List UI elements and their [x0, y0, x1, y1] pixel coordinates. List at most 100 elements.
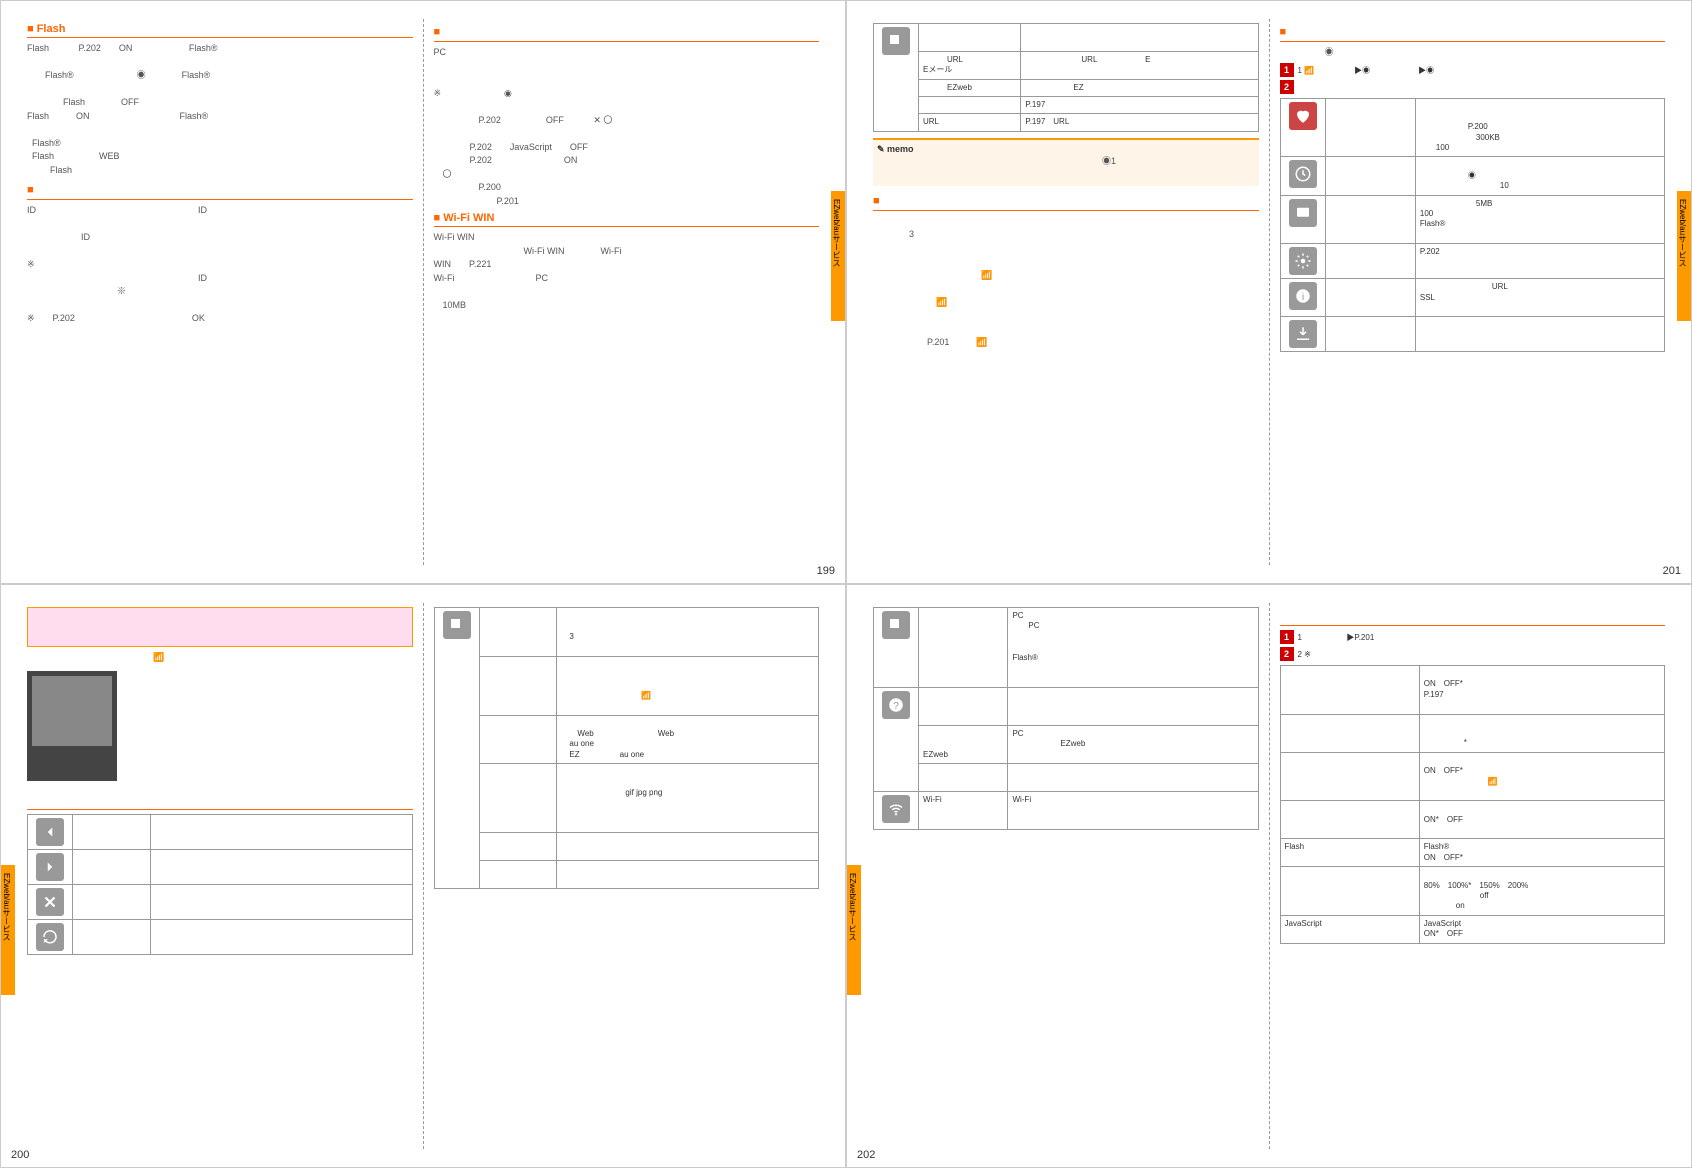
cell	[479, 656, 557, 715]
page-forward-icon	[882, 27, 910, 55]
side-tab: EZweb/auサービス	[1677, 191, 1691, 321]
cell	[1325, 279, 1415, 317]
actions-table: 3 📶 Web Web au one EZ au one	[434, 607, 820, 889]
feature-title	[34, 618, 406, 636]
phone-mockup	[27, 671, 117, 781]
help-icon: ?	[882, 691, 910, 719]
gear-icon	[1289, 247, 1317, 275]
memo-body: ◉1	[877, 155, 1255, 182]
page-201: URL Eメール URL E EZweb EZ P.197 URL P.197 …	[846, 0, 1692, 584]
clock-icon	[1289, 160, 1317, 188]
cell	[1325, 157, 1415, 195]
callout-3	[127, 737, 167, 748]
cell: EZ	[1021, 79, 1258, 96]
close-icon	[36, 888, 64, 916]
cell	[919, 24, 1021, 52]
page-number: 199	[817, 565, 835, 577]
page-199: ■ Flash Flash P.202 ON Flash® Flash® ◉ F…	[0, 0, 846, 584]
svg-text:i: i	[1301, 291, 1303, 303]
cell: ON OFF* P.197	[1419, 666, 1664, 715]
cell: EZweb	[919, 725, 1008, 763]
page-forward-icon	[882, 611, 910, 639]
pc-section-body: PC ※ ◉ P.202 OFF ✕ 〇 P.202 JavaScript OF…	[434, 46, 820, 208]
side-tab: EZweb/auサービス	[831, 191, 845, 321]
cell: URL	[919, 114, 1021, 131]
cell	[1008, 764, 1258, 792]
cell	[919, 764, 1008, 792]
mode-table: PC PC Flash® ? EZwebPC EZweb	[873, 607, 1259, 830]
side-tab: EZweb/auサービス	[847, 865, 861, 995]
cell	[919, 96, 1021, 113]
cell: JavaScript ON* OFF	[1419, 915, 1664, 943]
cell	[73, 814, 151, 849]
cell: PC PC Flash®	[1008, 608, 1258, 688]
memo-box: memo ◉1	[873, 138, 1259, 186]
cell	[1325, 317, 1415, 352]
cell	[1280, 666, 1419, 715]
download-section-body: 3 📶 📶 P.201 📶	[873, 215, 1259, 350]
cell: 80% 100%* 150% 200% off on	[1419, 867, 1664, 916]
settings-table: ON OFF* P.197 * ON OFF* 📶 ON* OFF Flash …	[1280, 665, 1666, 944]
cell: 📶	[557, 656, 819, 715]
cell	[919, 687, 1008, 725]
menu-section-intro: ◉	[1280, 46, 1666, 60]
cell	[1280, 714, 1419, 752]
cell	[479, 861, 557, 889]
cell	[73, 919, 151, 954]
menu-table: P.200 300KB 100 ◉ 10 5MB 100 Flash® P.20…	[1280, 98, 1666, 353]
cell: JavaScript	[1280, 915, 1419, 943]
pc-section-title: ■	[434, 23, 820, 42]
toolbar-table	[27, 814, 413, 955]
cell: P.197	[1021, 96, 1258, 113]
toolbar-section-title	[27, 791, 413, 810]
cell: EZweb	[919, 79, 1021, 96]
cell: gif jpg png	[557, 764, 819, 833]
page-number: 200	[11, 1149, 29, 1161]
cell	[73, 884, 151, 919]
step-1: 11 ▶P.201	[1280, 630, 1666, 644]
cell	[1280, 867, 1419, 916]
forward-icon	[36, 853, 64, 881]
cell	[1280, 752, 1419, 801]
feature-intro: 📶	[27, 651, 413, 665]
page-forward-icon	[443, 611, 471, 639]
cell: ◉ 10	[1415, 157, 1664, 195]
cell: Wi-Fi	[1008, 791, 1258, 829]
step-2: 22 ※	[1280, 647, 1666, 661]
cell: Flash	[1280, 839, 1419, 867]
cell: 3	[557, 608, 819, 657]
cell	[151, 814, 412, 849]
info-icon: i	[1289, 282, 1317, 310]
cell: URL SSL	[1415, 279, 1664, 317]
cell	[1280, 801, 1419, 839]
cell: PC EZweb	[1008, 725, 1258, 763]
callout-2	[127, 696, 167, 707]
download-icon	[1289, 320, 1317, 348]
cell: P.200 300KB 100	[1415, 98, 1664, 157]
cell	[151, 919, 412, 954]
wifi-icon	[882, 795, 910, 823]
cell	[151, 884, 412, 919]
feature-box	[27, 607, 413, 647]
svg-text:?: ?	[893, 699, 899, 711]
cell: Web Web au one EZ au one	[557, 715, 819, 764]
step-2: 2	[1280, 80, 1666, 94]
settings-section-title	[1280, 607, 1666, 626]
download-section-title: ■	[873, 192, 1259, 211]
callout-1	[127, 665, 167, 676]
screen-icon	[1289, 199, 1317, 227]
cell	[479, 764, 557, 833]
cell	[73, 849, 151, 884]
flash-section-body: Flash P.202 ON Flash® Flash® ◉ Flash® Fl…	[27, 42, 413, 177]
cell	[1325, 195, 1415, 244]
cell: ON OFF* 📶	[1419, 752, 1664, 801]
id-section-body: ID ID ID ※ ID ※ ※ P.202 OK	[27, 204, 413, 326]
page-202: PC PC Flash® ? EZwebPC EZweb	[846, 584, 1692, 1168]
wifi-section-body: Wi-Fi WIN Wi-Fi WIN Wi-Fi WIN P.221 Wi-F…	[434, 231, 820, 312]
wifi-section-title: ■ Wi-Fi WIN	[434, 212, 820, 227]
cell: ON* OFF	[1419, 801, 1664, 839]
reload-icon	[36, 923, 64, 951]
memo-heading: memo	[877, 144, 1255, 155]
side-tab: EZweb/auサービス	[1, 865, 15, 995]
back-icon	[36, 818, 64, 846]
